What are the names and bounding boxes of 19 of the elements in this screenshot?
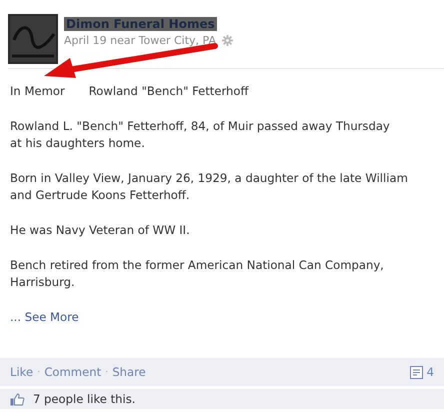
separator-dot: · — [37, 366, 40, 378]
post-paragraph: Bench retired from the former American National Can Company, Harrisburg. — [10, 257, 385, 291]
comment-icon[interactable] — [410, 366, 423, 378]
post-text: In Memor — [10, 83, 65, 100]
see-more-link[interactable]: ... See More — [10, 310, 79, 324]
action-link[interactable]: Share — [112, 365, 146, 379]
page-name[interactable]: Dimon Funeral Homes — [64, 17, 217, 31]
separator-dot: · — [105, 366, 108, 378]
post-paragraph: He was Navy Veteran of WW II. — [10, 222, 191, 239]
post-text: Rowland "Bench" Fetterhoff — [88, 83, 248, 100]
gear-icon[interactable] — [222, 35, 234, 46]
action-link[interactable]: Like — [10, 365, 34, 379]
post-paragraph: Born in Valley View, January 26, 1929, a daughter of the late William and Gertrude Koons Fetterhoff. — [10, 170, 409, 204]
likes-text: 7 people like this. — [33, 392, 136, 406]
comment-count[interactable]: 4 — [426, 365, 434, 379]
post-meta: April 19 near Tower City, PA — [64, 34, 216, 47]
post-paragraph: Rowland L. "Bench" Fetterhoff, 84, of Muir passed away Thursday at his daughters home. — [10, 118, 391, 152]
action-link[interactable]: Comment — [44, 365, 102, 379]
thumbs-up-icon — [10, 392, 25, 406]
